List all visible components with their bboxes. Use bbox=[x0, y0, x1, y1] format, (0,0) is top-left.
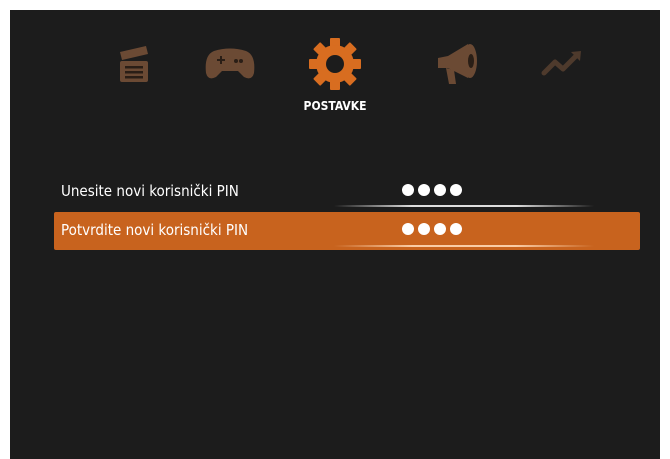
menu-item-games[interactable] bbox=[195, 34, 265, 94]
settings-screen: POSTAVKE Unesite novi korisnički PIN Pot… bbox=[10, 10, 660, 459]
pin-dot bbox=[402, 184, 414, 196]
pin-dot bbox=[434, 184, 446, 196]
gamepad-icon bbox=[205, 48, 255, 79]
new-pin-label: Unesite novi korisnički PIN bbox=[61, 182, 239, 200]
pin-dot bbox=[434, 223, 446, 235]
menu-item-statistics[interactable] bbox=[527, 34, 597, 94]
field-underline bbox=[334, 205, 594, 207]
menu-item-settings[interactable] bbox=[300, 34, 370, 94]
pin-dot bbox=[402, 223, 414, 235]
clapperboard-icon bbox=[120, 46, 148, 82]
confirm-pin-row[interactable]: Potvrdite novi korisnički PIN bbox=[54, 212, 640, 250]
pin-dot bbox=[418, 184, 430, 196]
confirm-pin-label: Potvrdite novi korisnički PIN bbox=[61, 221, 249, 239]
field-underline bbox=[334, 245, 594, 247]
gear-icon bbox=[309, 38, 361, 90]
pin-dot bbox=[418, 223, 430, 235]
active-menu-label: POSTAVKE bbox=[303, 99, 367, 113]
top-menu: POSTAVKE bbox=[10, 10, 660, 130]
megaphone-icon bbox=[438, 44, 477, 84]
pin-dot bbox=[450, 184, 462, 196]
menu-item-announcements[interactable] bbox=[423, 34, 493, 94]
new-pin-field[interactable] bbox=[402, 182, 462, 198]
confirm-pin-field[interactable] bbox=[402, 221, 462, 237]
new-pin-row[interactable]: Unesite novi korisnički PIN bbox=[54, 173, 640, 211]
pin-dot bbox=[450, 223, 462, 235]
trending-up-icon bbox=[541, 51, 581, 76]
menu-item-video[interactable] bbox=[99, 34, 169, 94]
